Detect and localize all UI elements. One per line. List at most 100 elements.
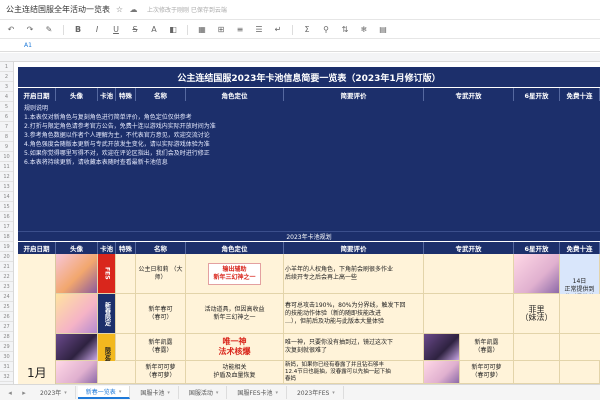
sheet-tab[interactable]: 国服FES卡池 ▾ bbox=[229, 386, 287, 399]
header-cell[interactable]: 6星开放 bbox=[514, 242, 560, 254]
evaluation-cell[interactable]: 新妈，如果你已经有春露了并且钻石够丰 12.4节日也能抽，没春露可以先抽一起下抽… bbox=[284, 361, 424, 383]
header-cell[interactable]: 开启日期 bbox=[18, 88, 56, 101]
row-number[interactable]: 14 bbox=[0, 192, 13, 202]
header-cell[interactable]: 专武开放 bbox=[424, 88, 514, 101]
header-cell[interactable]: 开启日期 bbox=[18, 242, 56, 254]
row-number[interactable]: 19 bbox=[0, 242, 13, 252]
exclusive-cell[interactable]: 新年可可萝 （春可萝） bbox=[460, 361, 514, 383]
role-cell[interactable]: 功能相关 护盾及血量恢复 bbox=[186, 361, 284, 383]
six-star-cell[interactable]: 菲里 （妹法） bbox=[514, 294, 560, 333]
header-cell[interactable]: 简要评价 bbox=[284, 88, 424, 101]
role-cell[interactable]: 输出辅助 新年三幻神之一 bbox=[186, 254, 284, 293]
row-number[interactable]: 20 bbox=[0, 252, 13, 262]
header-cell[interactable]: 卡池 bbox=[98, 242, 116, 254]
row-number[interactable]: 9 bbox=[0, 142, 13, 152]
strikethrough-icon[interactable]: S bbox=[130, 25, 140, 35]
row-number[interactable]: 21 bbox=[0, 262, 13, 272]
row-number[interactable]: 1 bbox=[0, 62, 13, 72]
year-section-bar[interactable]: 2023年卡池规划 bbox=[18, 231, 600, 241]
cell-reference[interactable]: A1 bbox=[24, 42, 32, 49]
header-cell[interactable]: 6星开放 bbox=[514, 88, 560, 101]
freeze-icon[interactable]: ❄ bbox=[359, 25, 369, 35]
header-cell[interactable]: 角色定位 bbox=[186, 88, 284, 101]
date-cell[interactable]: 1月 bbox=[18, 254, 56, 384]
table-row[interactable]: 新春限定 新年春可 （春可） 活动道具，但因高收益 新年三幻神之一 春可总攻击1… bbox=[56, 294, 600, 334]
sheet-tab[interactable]: 国服卡池 ▾ bbox=[132, 386, 179, 399]
row-number[interactable]: 12 bbox=[0, 172, 13, 182]
border-icon[interactable]: ▦ bbox=[197, 25, 207, 35]
six-star-cell[interactable] bbox=[514, 334, 560, 360]
header-cell[interactable]: 特殊 bbox=[116, 242, 136, 254]
filter-icon[interactable]: ⚲ bbox=[321, 25, 331, 35]
document-title[interactable]: 公主连结国服全年活动一览表 bbox=[6, 4, 110, 15]
row-number[interactable]: 32 bbox=[0, 372, 13, 382]
table-row[interactable]: 新年可可萝 （春可萝） 功能相关 护盾及血量恢复 新妈，如果你已经有春露了并且钻… bbox=[56, 361, 600, 384]
character-name[interactable]: 新年凯露 （春露） bbox=[136, 334, 186, 360]
italic-icon[interactable]: I bbox=[92, 25, 102, 35]
redo-icon[interactable]: ↷ bbox=[25, 25, 35, 35]
role-cell[interactable]: 唯一神 法术核爆 bbox=[186, 334, 284, 360]
header-cell[interactable]: 头像 bbox=[56, 88, 98, 101]
row-number[interactable]: 7 bbox=[0, 122, 13, 132]
row-number[interactable]: 28 bbox=[0, 332, 13, 342]
wrap-icon[interactable]: ↵ bbox=[273, 25, 283, 35]
row-header-strip[interactable]: 1 2 3 4 5 6 7 8 9 10 11 12 13 14 15 16 17 18 19 20 21 22 23 24 2… bbox=[0, 62, 14, 384]
row-number[interactable]: 10 bbox=[0, 152, 13, 162]
bold-icon[interactable]: B bbox=[73, 25, 83, 35]
merge-icon[interactable]: ⊞ bbox=[216, 25, 226, 35]
row-number[interactable]: 31 bbox=[0, 362, 13, 372]
row-number[interactable]: 22 bbox=[0, 272, 13, 282]
row-number[interactable]: 11 bbox=[0, 162, 13, 172]
sort-icon[interactable]: ⇅ bbox=[340, 25, 350, 35]
align-left-icon[interactable]: ≡ bbox=[235, 25, 245, 35]
sheet-tab-active[interactable]: 新春一览表 ▾ bbox=[77, 386, 131, 399]
align-center-icon[interactable]: ☰ bbox=[254, 25, 264, 35]
header-cell[interactable]: 特殊 bbox=[116, 88, 136, 101]
row-number[interactable]: 17 bbox=[0, 222, 13, 232]
six-star-cell[interactable] bbox=[514, 361, 560, 383]
formula-bar[interactable]: A1 bbox=[0, 40, 600, 52]
row-number[interactable]: 15 bbox=[0, 202, 13, 212]
header-cell[interactable]: 卡池 bbox=[98, 88, 116, 101]
undo-icon[interactable]: ↶ bbox=[6, 25, 16, 35]
row-number[interactable]: 13 bbox=[0, 182, 13, 192]
free-ten-cell[interactable] bbox=[560, 361, 600, 383]
evaluation-cell[interactable]: 春可总攻击190%，80%为分界线，触发下回 的技能动作体验（新的随即技能改进 … bbox=[284, 294, 424, 333]
rules-notes[interactable]: 规则说明 1.本表仅对新角色与复刻角色进行简单评价，角色定位仅供参考 2.打折与… bbox=[18, 101, 600, 231]
underline-icon[interactable]: U bbox=[111, 25, 121, 35]
row-number[interactable]: 26 bbox=[0, 312, 13, 322]
role-cell[interactable]: 活动道具，但因高收益 新年三幻神之一 bbox=[186, 294, 284, 333]
sheet-tab[interactable]: 2023年FES ▾ bbox=[289, 386, 344, 399]
special-cell[interactable] bbox=[116, 334, 136, 360]
sheet-title[interactable]: 公主连结国服2023年卡池信息简要一览表（2023年1月修订版） bbox=[18, 67, 600, 87]
chart-icon[interactable]: ▤ bbox=[378, 25, 388, 35]
character-name[interactable]: 新年春可 （春可） bbox=[136, 294, 186, 333]
header-cell[interactable]: 专武开放 bbox=[424, 242, 514, 254]
row-number[interactable]: 8 bbox=[0, 132, 13, 142]
header-cell[interactable]: 免费十连 bbox=[560, 88, 600, 101]
special-cell[interactable] bbox=[116, 254, 136, 293]
header-cell[interactable]: 名称 bbox=[136, 88, 186, 101]
header-cell[interactable]: 名称 bbox=[136, 242, 186, 254]
format-painter-icon[interactable]: ✎ bbox=[44, 25, 54, 35]
row-number[interactable]: 16 bbox=[0, 212, 13, 222]
star-icon[interactable]: ☆ bbox=[115, 5, 124, 14]
row-number[interactable]: 2 bbox=[0, 72, 13, 82]
exclusive-cell[interactable] bbox=[424, 254, 514, 293]
sum-icon[interactable]: Σ bbox=[302, 25, 312, 35]
special-cell[interactable] bbox=[116, 294, 136, 333]
row-number[interactable]: 4 bbox=[0, 92, 13, 102]
spreadsheet-grid[interactable]: 公主连结国服2023年卡池信息简要一览表（2023年1月修订版） 开启日期 头像… bbox=[14, 62, 600, 384]
special-cell[interactable] bbox=[116, 361, 136, 383]
exclusive-cell[interactable]: 新年凯露 （春露） bbox=[460, 334, 514, 360]
fill-color-icon[interactable]: ◧ bbox=[168, 25, 178, 35]
row-number[interactable]: 24 bbox=[0, 292, 13, 302]
row-number[interactable]: 29 bbox=[0, 342, 13, 352]
header-cell[interactable]: 免费十连 bbox=[560, 242, 600, 254]
tab-next-icon[interactable]: ▸ bbox=[18, 389, 30, 397]
row-number[interactable]: 3 bbox=[0, 82, 13, 92]
sheet-tab[interactable]: 2023年 ▾ bbox=[32, 386, 76, 399]
row-number[interactable]: 30 bbox=[0, 352, 13, 362]
row-number[interactable]: 25 bbox=[0, 302, 13, 312]
font-color-icon[interactable]: A bbox=[149, 25, 159, 35]
